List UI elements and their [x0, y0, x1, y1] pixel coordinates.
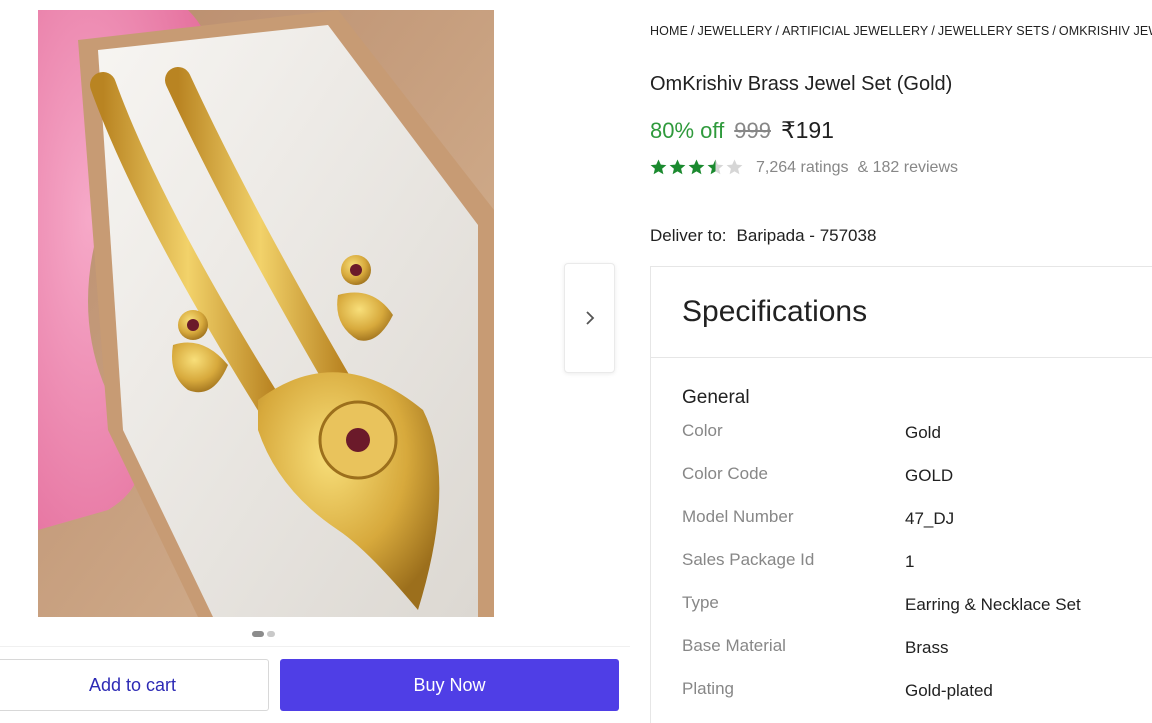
spec-row: Sales Package Id 1: [682, 550, 1152, 593]
deliver-to-label: Deliver to:: [650, 226, 727, 245]
breadcrumb-separator: /: [1052, 24, 1056, 38]
spec-value: 1: [905, 552, 915, 571]
buy-now-button[interactable]: Buy Now: [280, 659, 619, 711]
breadcrumb-jewellery[interactable]: JEWELLERY: [697, 24, 772, 38]
mrp-price: 999: [734, 118, 771, 143]
selling-price: ₹191: [780, 117, 834, 143]
carousel-dots: [252, 631, 275, 637]
chevron-right-icon: [585, 311, 594, 325]
star-rating: [649, 158, 744, 177]
breadcrumb-home[interactable]: HOME: [650, 24, 688, 38]
spec-value: GOLD: [905, 466, 954, 485]
breadcrumb-separator: /: [931, 24, 935, 38]
reviews-count: & 182 reviews: [857, 158, 959, 176]
spec-row: Base Material Brass: [682, 636, 1152, 679]
next-image-button[interactable]: [564, 263, 615, 373]
spec-row: Type Earring & Necklace Set: [682, 593, 1152, 636]
product-page: Add to cart Buy Now HOME / JEWELLERY / ARTIF…: [0, 0, 1152, 723]
breadcrumb-artificial-jewellery[interactable]: ARTIFICIAL JEWELLERY: [782, 24, 928, 38]
spec-value: Gold: [905, 423, 941, 442]
breadcrumb-omkrishiv[interactable]: OMKRISHIV JEW: [1059, 24, 1152, 38]
specifications-card: Specifications General Color Gold Color …: [650, 266, 1152, 723]
price-row: 80% off 999 ₹191: [650, 117, 834, 144]
delivery-location[interactable]: Baripada - 757038: [737, 226, 877, 246]
carousel-dot-active[interactable]: [252, 631, 264, 637]
spec-key: Color Code: [682, 464, 768, 483]
action-bar: Add to cart Buy Now: [0, 646, 630, 723]
spec-key: Plating: [682, 679, 734, 698]
ratings-count: 7,264 ratings: [756, 158, 849, 176]
add-to-cart-button[interactable]: Add to cart: [0, 659, 269, 711]
spec-value: Brass: [905, 638, 949, 657]
product-image[interactable]: [38, 10, 494, 617]
spec-value: Earring & Necklace Set: [905, 595, 1081, 614]
spec-row: Plating Gold-plated: [682, 679, 1152, 722]
spec-group-general: General Color Gold Color Code GOLD Model…: [651, 358, 1152, 722]
spec-value: 47_DJ: [905, 509, 955, 528]
spec-key: Base Material: [682, 636, 786, 655]
rating-row[interactable]: 7,264 ratings & 182 reviews: [649, 158, 958, 177]
star-icon: [707, 159, 724, 175]
star-icon: [726, 159, 743, 175]
breadcrumb-separator: /: [775, 24, 780, 38]
spec-group-title: General: [682, 387, 750, 408]
spec-key: Sales Package Id: [682, 550, 815, 569]
spec-row: Model Number 47_DJ: [682, 507, 1152, 550]
delivery-row: Deliver to: Baripada - 757038: [650, 226, 876, 246]
breadcrumb-separator: /: [690, 24, 695, 38]
jewellery-photo: [38, 10, 494, 617]
specifications-title: Specifications: [682, 295, 868, 328]
spec-row: Color Gold: [682, 421, 1152, 464]
discount-percent: 80% off: [650, 118, 725, 143]
spec-row: Color Code GOLD: [682, 464, 1152, 507]
star-icon: [688, 159, 705, 175]
star-icon: [650, 159, 667, 175]
spec-key: Type: [682, 593, 719, 612]
specifications-header: Specifications: [651, 267, 1152, 358]
spec-key: Color: [682, 421, 723, 440]
product-title: OmKrishiv Brass Jewel Set (Gold): [650, 73, 953, 95]
star-icon: [669, 159, 686, 175]
spec-value: Gold-plated: [905, 681, 993, 700]
breadcrumb-jewellery-sets[interactable]: JEWELLERY SETS: [938, 24, 1049, 38]
spec-key: Model Number: [682, 507, 794, 526]
carousel-dot[interactable]: [267, 631, 275, 637]
breadcrumb: HOME / JEWELLERY / ARTIFICIAL JEWELLERY / JEWE…: [650, 24, 1152, 38]
